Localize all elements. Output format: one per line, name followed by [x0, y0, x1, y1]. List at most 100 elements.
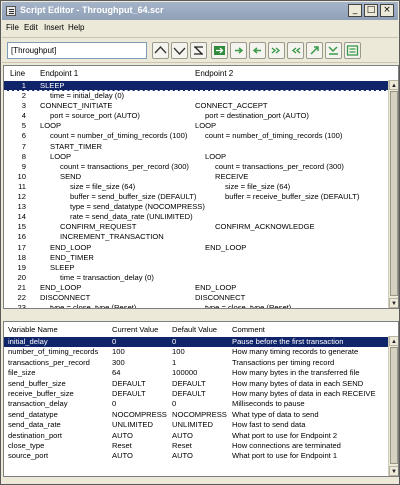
scroll-down-arrow[interactable]: ▼ [389, 298, 398, 308]
comment: What type of data to send [232, 409, 319, 419]
variable-row[interactable]: number_of_timing_records 100 100 How many t… [4, 347, 389, 357]
move-down-button[interactable] [171, 42, 188, 59]
scroll-thumb[interactable] [390, 347, 398, 464]
step-left-button[interactable] [249, 42, 266, 59]
variable-row[interactable]: file_size 64 100000 How many bytes in the t… [4, 368, 389, 378]
script-line[interactable]: 14 rate = send_data_rate (UNLIMITED) [4, 212, 389, 222]
script-line[interactable]: 7 START_TIMER [4, 142, 389, 152]
scroll-down-arrow[interactable]: ▼ [389, 466, 398, 476]
script-line[interactable]: 5 LOOP LOOP [4, 121, 389, 131]
bookmark-arrow-button[interactable] [306, 42, 323, 59]
script-line[interactable]: 3 CONNECT_INITIATE CONNECT_ACCEPT [4, 101, 389, 111]
pane-splitter[interactable] [3, 310, 399, 320]
current-value: AUTO [112, 430, 133, 440]
col-header-variable-name[interactable]: Variable Name [8, 325, 58, 334]
menu-edit[interactable]: Edit [24, 23, 38, 32]
script-line[interactable]: 6 count = number_of_timing_records (100) c… [4, 131, 389, 141]
script-line[interactable]: 17 END_LOOP END_LOOP [4, 243, 389, 253]
line-number: 16 [17, 232, 26, 242]
script-line[interactable]: 4 port = source_port (AUTO) port = destina… [4, 111, 389, 121]
endpoint1-command: LOOP [40, 121, 62, 131]
script-line[interactable]: 15 CONFIRM_REQUEST CONFIRM_ACKNOWLEDGE [4, 222, 389, 232]
script-scrollbar[interactable]: ▲ ▼ [388, 80, 398, 308]
green-curve-icon [328, 46, 338, 55]
script-line[interactable]: 19 SLEEP [4, 263, 389, 273]
variables-pane[interactable]: Variable Name Current Value Default Valu… [3, 321, 399, 477]
list-button[interactable] [344, 42, 361, 59]
step-right-button[interactable] [230, 42, 247, 59]
line-number: 18 [17, 252, 26, 262]
col-header-line[interactable]: Line [10, 69, 25, 78]
script-line[interactable]: 23 type = close_type (Reset) type = close_… [4, 303, 389, 308]
script-line[interactable]: 16 INCREMENT_TRANSACTION [4, 232, 389, 242]
move-up-button[interactable] [152, 42, 169, 59]
col-header-default-value[interactable]: Default Value [172, 325, 217, 334]
script-line[interactable]: 2 time = initial_delay (0) [4, 91, 389, 101]
script-line[interactable]: 20 time = transaction_delay (0) [4, 273, 389, 283]
script-line[interactable]: 18 END_TIMER [4, 253, 389, 263]
current-value: 0 [112, 337, 117, 346]
menu-help[interactable]: Help [68, 23, 84, 32]
variable-row[interactable]: source_port AUTO AUTO What port to use for … [4, 451, 389, 461]
endpoint1-command: CONFIRM_REQUEST [60, 222, 137, 232]
line-number: 14 [17, 212, 26, 222]
scroll-up-arrow[interactable]: ▲ [389, 336, 398, 346]
double-left-icon [291, 47, 301, 54]
script-line[interactable]: 12 buffer = send_buffer_size (DEFAULT) buf… [4, 192, 389, 202]
swap-icon [194, 46, 203, 55]
script-doc-icon [6, 6, 16, 16]
step-right-icon [235, 47, 244, 54]
menu-file[interactable]: File [6, 23, 19, 32]
variable-name: send_buffer_size [8, 378, 66, 388]
minimize-button[interactable]: _ [348, 4, 362, 17]
line-number: 13 [17, 202, 26, 212]
close-button[interactable]: × [380, 4, 394, 17]
variable-row[interactable]: close_type Reset Reset How connections are … [4, 441, 389, 451]
endpoint1-command: END_LOOP [50, 242, 92, 252]
col-header-comment[interactable]: Comment [232, 325, 265, 334]
script-line[interactable]: 13 type = send_datatype (NOCOMPRESS) [4, 202, 389, 212]
double-right-button[interactable] [268, 42, 285, 59]
script-line[interactable]: 1 SLEEP [4, 81, 389, 92]
script-line[interactable]: 10 SEND RECEIVE [4, 172, 389, 182]
swap-button[interactable] [190, 42, 207, 59]
col-header-current-value[interactable]: Current Value [112, 325, 158, 334]
scroll-thumb[interactable] [390, 91, 398, 296]
section-combo[interactable]: [Throughput] [7, 42, 147, 59]
curve-arrow-button[interactable] [325, 42, 342, 59]
double-left-button[interactable] [287, 42, 304, 59]
line-number: 20 [17, 272, 26, 282]
maximize-button[interactable]: □ [364, 4, 378, 17]
script-line[interactable]: 21 END_LOOP END_LOOP [4, 283, 389, 293]
variable-row[interactable]: transaction_delay 0 0 Milliseconds to pause [4, 399, 389, 409]
list-icon [346, 45, 359, 56]
variable-row[interactable]: send_datatype NOCOMPRESS NOCOMPRESS What ty… [4, 410, 389, 420]
scroll-up-arrow[interactable]: ▲ [389, 80, 398, 90]
variable-row[interactable]: send_data_rate UNLIMITED UNLIMITED How fast… [4, 420, 389, 430]
insert-arrow-button[interactable] [211, 42, 228, 59]
variable-row[interactable]: initial_delay 0 0 Pause before the first tr… [4, 337, 389, 348]
comment: Transactions per timing record [232, 357, 335, 367]
variable-name: receive_buffer_size [8, 388, 74, 398]
variable-row[interactable]: transactions_per_record 300 1 Transactions … [4, 358, 389, 368]
title-bar[interactable]: Script Editor - Throughput_64.scr _ □ × [2, 2, 398, 20]
variable-row[interactable]: receive_buffer_size DEFAULT DEFAULT How man… [4, 389, 389, 399]
script-pane[interactable]: Line Endpoint 1 Endpoint 2 1 SLEEP 2 time =… [3, 65, 399, 309]
variable-row[interactable]: destination_port AUTO AUTO What port to use… [4, 431, 389, 441]
horizontal-scrollbar[interactable] [3, 477, 399, 484]
col-header-endpoint2[interactable]: Endpoint 2 [195, 69, 233, 78]
current-value: AUTO [112, 451, 133, 461]
script-line[interactable]: 22 DISCONNECT DISCONNECT [4, 293, 389, 303]
current-value: 300 [112, 357, 125, 367]
col-header-endpoint1[interactable]: Endpoint 1 [40, 69, 78, 78]
variables-scrollbar[interactable]: ▲ ▼ [388, 336, 398, 476]
arrow-down-icon [173, 47, 186, 55]
endpoint1-command: END_LOOP [40, 282, 82, 292]
window-title: Script Editor - Throughput_64.scr [20, 5, 164, 15]
script-line[interactable]: 11 size = file_size (64) size = file_size … [4, 182, 389, 192]
variable-row[interactable]: send_buffer_size DEFAULT DEFAULT How many b… [4, 379, 389, 389]
script-line[interactable]: 8 LOOP LOOP [4, 152, 389, 162]
menu-insert[interactable]: Insert [44, 23, 64, 32]
script-line[interactable]: 9 count = transactions_per_record (300) co… [4, 162, 389, 172]
endpoint1-command: type = send_datatype (NOCOMPRESS) [70, 202, 205, 212]
